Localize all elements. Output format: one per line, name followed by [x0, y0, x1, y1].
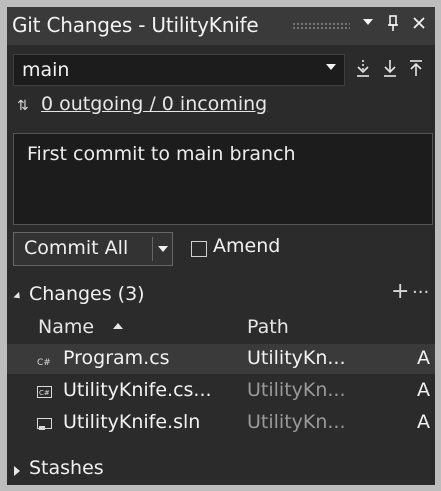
split-divider [152, 237, 153, 261]
file-status: A [417, 379, 430, 401]
window-title: Git Changes - UtilityKnife [12, 13, 259, 37]
pull-icon[interactable] [380, 57, 400, 81]
outgoing-incoming-link[interactable]: 0 outgoing / 0 incoming [41, 93, 267, 115]
collapse-caret-icon[interactable] [14, 466, 20, 476]
git-changes-panel: Git Changes - UtilityKnife main ⇅ 0 outg… [7, 7, 435, 485]
title-bar: Git Changes - UtilityKnife [7, 7, 435, 45]
column-header-path[interactable]: Path [247, 316, 289, 338]
drag-grip[interactable] [292, 22, 350, 30]
column-header-name[interactable]: Name [38, 316, 94, 338]
svg-text:C#: C# [37, 358, 51, 367]
branch-selector[interactable]: main [13, 54, 345, 86]
amend-label[interactable]: Amend [213, 235, 280, 257]
file-row-utilityknife-csproj[interactable]: C# UtilityKnife.cs... UtilityKn... A [7, 376, 435, 406]
csharp-file-icon: C# [37, 352, 51, 368]
more-options-icon[interactable]: ··· [412, 282, 429, 303]
stashes-header[interactable]: Stashes [29, 457, 104, 479]
solution-file-icon [37, 416, 52, 430]
sort-ascending-icon [113, 323, 123, 329]
stage-all-plus-icon[interactable]: + [391, 279, 409, 304]
commit-all-label: Commit All [24, 237, 129, 259]
expand-caret-icon[interactable] [13, 291, 23, 302]
commit-options-chevron-icon[interactable] [158, 246, 168, 252]
amend-checkbox[interactable] [191, 241, 207, 257]
file-row-utilityknife-sln[interactable]: UtilityKnife.sln UtilityKn... A [7, 408, 435, 438]
branch-name: main [22, 59, 70, 81]
file-name: Program.cs [63, 347, 170, 369]
close-icon[interactable] [412, 13, 426, 38]
fetch-icon[interactable] [353, 57, 373, 81]
csharp-project-icon: C# [37, 384, 52, 398]
file-status: A [417, 347, 430, 369]
sync-arrows-icon: ⇅ [17, 98, 29, 114]
svg-text:C#: C# [39, 389, 50, 397]
file-path: UtilityKn... [247, 411, 346, 433]
commit-all-button[interactable]: Commit All [13, 232, 173, 266]
commit-message-input[interactable]: First commit to main branch [13, 133, 433, 225]
file-path: UtilityKn... [247, 347, 346, 369]
commit-message-text: First commit to main branch [27, 143, 296, 165]
file-status: A [417, 411, 430, 433]
pin-icon[interactable] [387, 13, 399, 38]
changes-header[interactable]: Changes (3) [29, 283, 145, 305]
dropdown-icon[interactable] [363, 19, 373, 25]
push-icon[interactable] [406, 57, 426, 81]
file-name: UtilityKnife.cs... [63, 379, 212, 401]
file-path: UtilityKn... [247, 379, 346, 401]
file-name: UtilityKnife.sln [63, 411, 201, 433]
chevron-down-icon[interactable] [326, 64, 336, 70]
file-row-program-cs[interactable]: C# Program.cs UtilityKn... A [7, 344, 435, 374]
